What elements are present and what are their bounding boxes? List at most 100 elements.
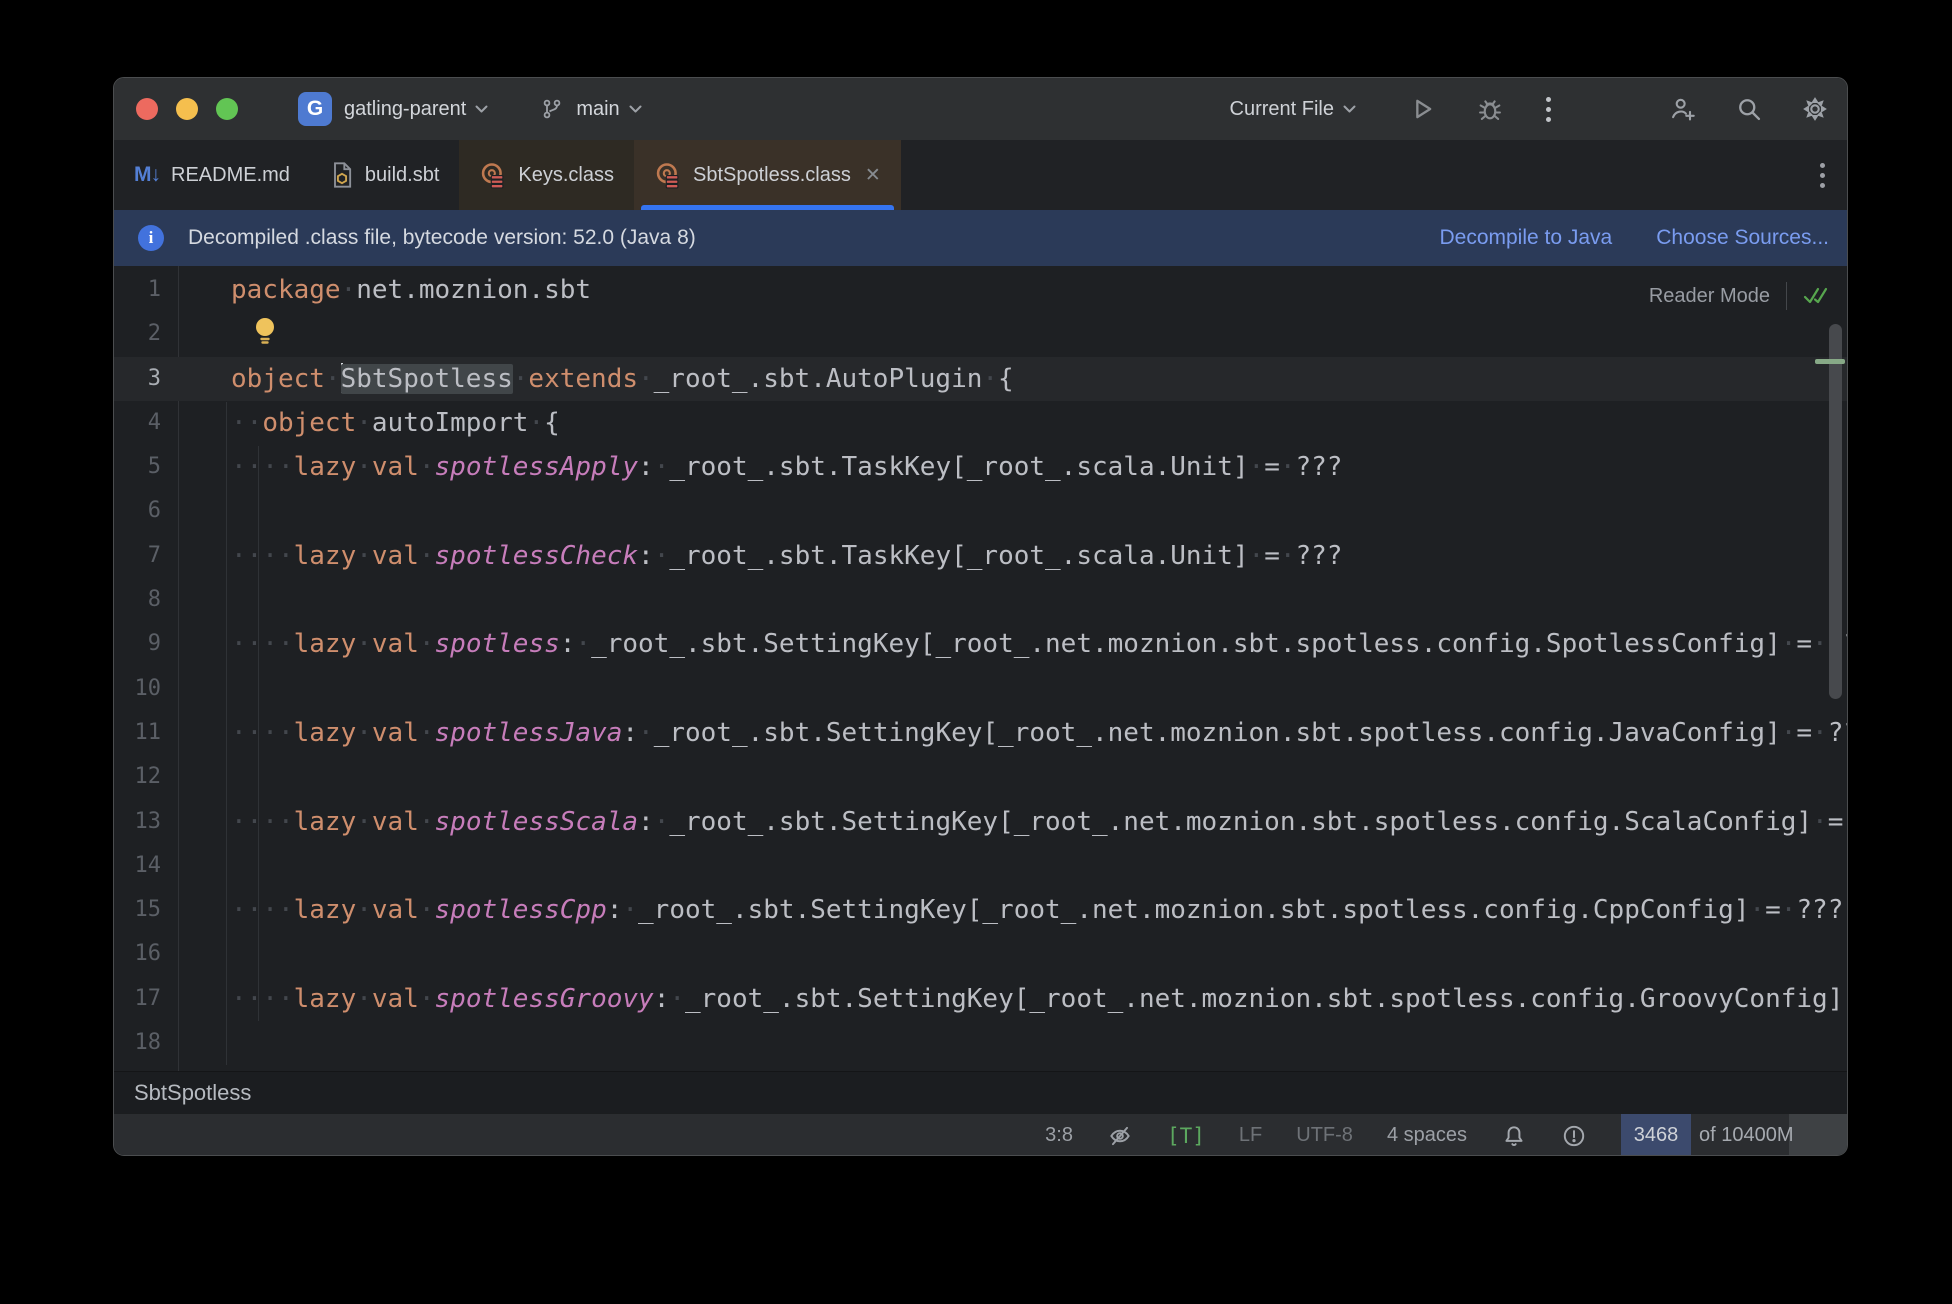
code-line-7[interactable]: 7 ····lazy·val·spotlessCheck:·_root_.sbt.… (114, 534, 1847, 578)
line-number: 13 (134, 808, 162, 834)
chevron-down-icon (475, 105, 488, 114)
vertical-scrollbar[interactable] (1829, 324, 1842, 699)
window-close-button[interactable] (136, 98, 158, 120)
code-line-18[interactable]: 18 (114, 1021, 1847, 1065)
tab-list-kebab-icon[interactable] (1820, 162, 1825, 188)
code-segment: · (653, 452, 670, 483)
code-line-5[interactable]: 5 ····lazy·val·spotlessApply:·_root_.sbt.… (114, 445, 1847, 489)
code-text: ····lazy·val·spotless:·_root_.sbt.Settin… (231, 622, 1847, 666)
code-segment: · (418, 540, 435, 571)
code-segment: · (669, 983, 685, 1014)
run-button[interactable] (1408, 95, 1436, 123)
indent-widget[interactable]: 4 spaces (1387, 1124, 1467, 1147)
notifications-bell-icon[interactable] (1501, 1123, 1527, 1149)
code-segment: · (356, 983, 372, 1014)
tab-Keys.class[interactable]: Keys.class (459, 140, 634, 210)
editor-pane[interactable]: 1 package·net.moznion.sbt 2 3 object·SbtSpot… (114, 266, 1847, 1071)
code-line-17[interactable]: 17 ····lazy·val·spotlessGroovy:·_root_.sb… (114, 977, 1848, 1021)
code-segment: · (638, 363, 654, 394)
code-line-1[interactable]: 1 package·net.moznion.sbt (114, 268, 1847, 312)
reader-mode-widget[interactable]: Reader Mode (1649, 276, 1829, 316)
code-line-6[interactable]: 6 (114, 489, 1847, 533)
search-icon[interactable] (1735, 95, 1763, 123)
line-number: 1 (147, 277, 161, 302)
error-stripe-mark[interactable] (1815, 359, 1845, 364)
settings-gear-icon[interactable] (1801, 95, 1829, 123)
code-text: package·net.moznion.sbt (231, 268, 591, 312)
t-badge[interactable]: [T] (1167, 1124, 1205, 1148)
code-segment: · (356, 806, 372, 837)
memory-used-value: 3468 (1633, 1124, 1679, 1146)
code-segment: _root_.sbt.TaskKey[_root_.scala.Unit] (669, 540, 1249, 571)
more-actions-kebab-icon[interactable] (1546, 96, 1551, 122)
code-line-16[interactable]: 16 (114, 932, 1847, 976)
tab-label: build.sbt (364, 163, 440, 186)
window-minimize-button[interactable] (176, 98, 198, 120)
java-class-icon (654, 161, 682, 189)
vcs-widget[interactable]: main (540, 97, 642, 121)
caret-position[interactable]: 3:8 (1045, 1124, 1073, 1147)
code-segment: · (418, 983, 435, 1014)
code-segment: · (340, 275, 357, 305)
code-segment: = (1765, 895, 1781, 926)
code-segment: net.moznion.sbt (356, 275, 592, 305)
memory-indicator[interactable]: 3468 of 10400M (1621, 1113, 1847, 1155)
project-widget[interactable]: gatling-parent (332, 98, 488, 121)
code-line-9[interactable]: 9 ····lazy·val·spotless:·_root_.sbt.Setti… (114, 622, 1847, 666)
problems-icon[interactable] (1561, 1123, 1587, 1149)
debug-button[interactable] (1476, 95, 1504, 123)
run-configuration-selector[interactable]: Current File (1230, 98, 1356, 121)
code-segment: · (575, 629, 592, 660)
code-segment: spotless (434, 629, 560, 660)
tab-label: README.md (171, 163, 290, 186)
code-line-2[interactable]: 2 (114, 312, 1847, 356)
code-with-me-icon[interactable] (1669, 95, 1697, 123)
code-segment: val (371, 717, 419, 748)
line-number: 14 (134, 852, 162, 878)
java-class-icon (479, 161, 507, 189)
code-segment: · (1248, 452, 1265, 483)
code-segment: : (622, 717, 639, 748)
breadcrumb: SbtSpotless (114, 1071, 1847, 1113)
sbt-file-icon (330, 161, 354, 189)
code-segment: ??? (1295, 540, 1343, 571)
window-zoom-button[interactable] (216, 98, 238, 120)
code-segment: ??? (1796, 895, 1844, 926)
close-tab-icon[interactable]: ✕ (865, 164, 881, 187)
tab-README.md[interactable]: M↓ README.md (114, 140, 310, 210)
tab-SbtSpotless.class[interactable]: SbtSpotless.class ✕ (634, 140, 901, 210)
decompile-to-java-link[interactable]: Decompile to Java (1439, 226, 1612, 250)
project-icon: G (298, 92, 332, 126)
code-line-13[interactable]: 13 ····lazy·val·spotlessScala:·_root_.sbt… (114, 800, 1848, 844)
highlighting-off-icon[interactable] (1107, 1123, 1133, 1149)
code-segment: val (371, 895, 419, 926)
code-segment: · (324, 363, 341, 394)
inspections-ok-check-icon[interactable] (1803, 285, 1829, 307)
choose-sources-link[interactable]: Choose Sources... (1656, 226, 1829, 250)
breadcrumb-item[interactable]: SbtSpotless (134, 1080, 251, 1106)
line-number: 6 (147, 498, 161, 524)
code-segment: val (371, 452, 419, 483)
code-line-14[interactable]: 14 (114, 844, 1847, 888)
line-ending-widget[interactable]: LF (1239, 1124, 1262, 1147)
code-segment: ···· (231, 629, 294, 660)
code-segment: lazy (293, 629, 357, 660)
code-segment: spotlessCheck (434, 540, 639, 571)
encoding-widget[interactable]: UTF-8 (1296, 1124, 1353, 1147)
code-segment: = (1796, 717, 1813, 748)
line-number: 16 (134, 941, 162, 967)
banner-message: Decompiled .class file, bytecode version… (188, 226, 696, 249)
code-line-4[interactable]: 4 ··object·autoImport·{ (114, 401, 1847, 445)
intention-bulb-icon[interactable] (252, 316, 278, 348)
code-line-8[interactable]: 8 (114, 578, 1847, 622)
code-segment: = (1796, 629, 1813, 660)
code-line-10[interactable]: 10 (114, 667, 1847, 711)
code-segment: · (418, 452, 435, 483)
code-segment: · (653, 540, 670, 571)
code-line-12[interactable]: 12 (114, 755, 1847, 799)
code-segment: val (371, 983, 419, 1014)
tab-build.sbt[interactable]: build.sbt (310, 140, 460, 210)
code-line-11[interactable]: 11 ····lazy·val·spotlessJava:·_root_.sbt.… (114, 711, 1848, 755)
code-line-3[interactable]: 3 object·SbtSpotless·extends·_root_.sbt.A… (114, 356, 1847, 401)
code-line-15[interactable]: 15 ····lazy·val·spotlessCpp:·_root_.sbt.S… (114, 888, 1847, 932)
